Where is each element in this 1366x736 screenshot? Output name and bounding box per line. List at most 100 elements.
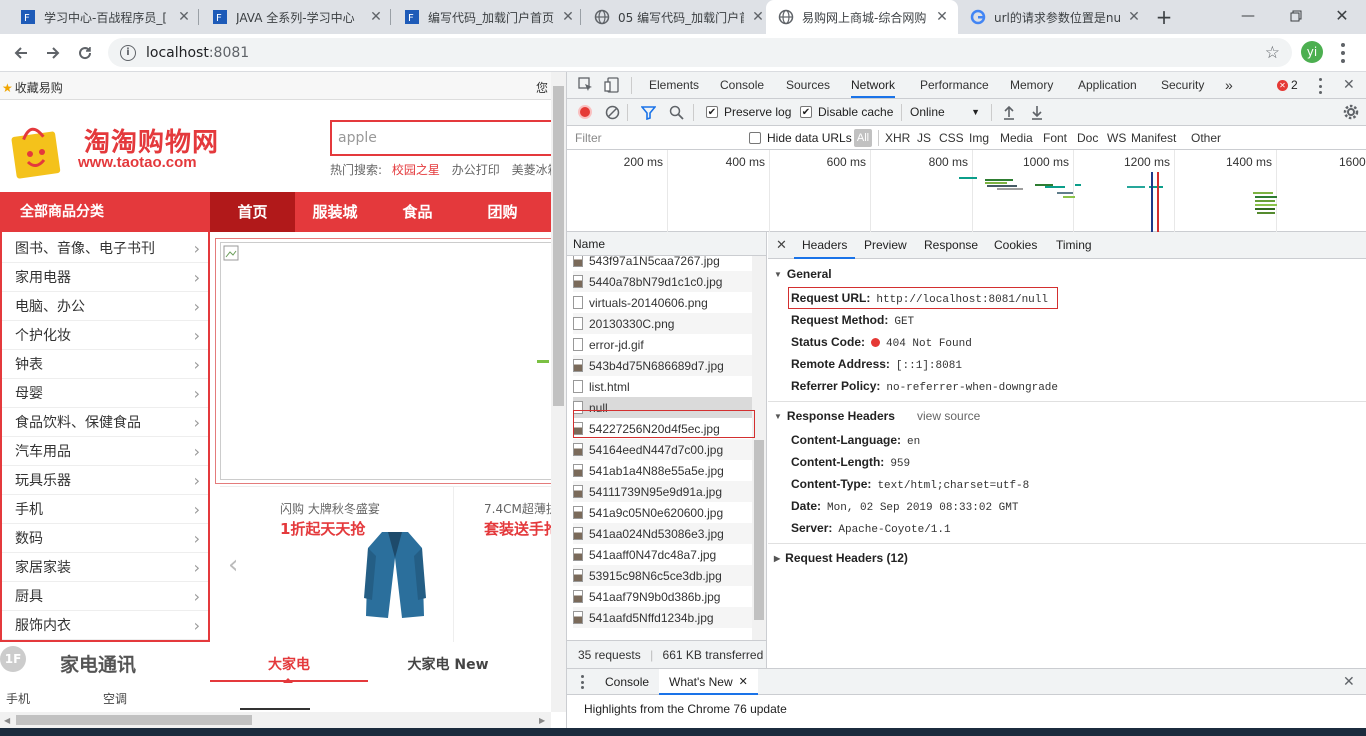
filter-manifest[interactable]: Manifest <box>1131 131 1176 145</box>
close-tab-icon[interactable]: ✕ <box>739 669 748 693</box>
filter-ws[interactable]: WS <box>1107 131 1126 145</box>
minimize-button[interactable]: — <box>1236 4 1260 28</box>
category-item[interactable]: 食品饮料、保健食品 › <box>2 408 208 437</box>
close-tab-icon[interactable]: ✕ <box>368 9 384 25</box>
view-source-link[interactable]: view source <box>917 409 980 423</box>
request-row[interactable]: 53915c98N6c5ce3db.jpg <box>573 565 763 586</box>
category-item[interactable]: 电脑、办公 › <box>2 292 208 321</box>
close-tab-icon[interactable]: ✕ <box>560 9 576 25</box>
nav-groupbuy[interactable]: 团购 <box>460 192 545 232</box>
favorite-link[interactable]: ★ 收藏易购 <box>2 79 63 96</box>
drawer-tab-whats-new[interactable]: What's New ✕ <box>659 669 758 695</box>
filter-js[interactable]: JS <box>917 131 931 145</box>
timeline-overview[interactable]: 200 ms 400 ms 600 ms 800 ms 1000 ms 1200 ms 14… <box>567 150 1366 232</box>
browser-tab-1[interactable]: F 学习中心-百战程序员_[ ✕ <box>8 0 200 34</box>
page-vertical-scrollbar[interactable] <box>551 72 566 712</box>
promo-2-title[interactable]: 套装送手抢 <box>484 518 559 539</box>
close-window-button[interactable]: ✕ <box>1330 4 1354 28</box>
category-item[interactable]: 个护化妆 › <box>2 321 208 350</box>
request-row[interactable]: 20130330C.png <box>573 313 763 334</box>
nav-home[interactable]: 首页 <box>210 192 295 232</box>
request-row[interactable]: 543b4d75N686689d7.jpg <box>573 355 763 376</box>
close-tab-icon[interactable]: ✕ <box>1126 9 1142 25</box>
request-row[interactable]: list.html <box>573 376 763 397</box>
tab-cookies[interactable]: Cookies <box>994 232 1037 259</box>
browser-tab-6[interactable]: url的请求参数位置是nu ✕ <box>958 0 1150 34</box>
drawer-tab-console[interactable]: Console <box>605 669 649 695</box>
request-row[interactable]: 541aaff0N47dc48a7.jpg <box>573 544 763 565</box>
restore-button[interactable] <box>1284 4 1308 28</box>
close-devtools-icon[interactable]: ✕ <box>1343 76 1355 93</box>
chrome-menu-icon[interactable] <box>1340 43 1346 63</box>
drawer-menu-icon[interactable] <box>581 675 585 689</box>
close-tab-icon[interactable]: ✕ <box>750 9 766 25</box>
category-item[interactable]: 钟表 › <box>2 350 208 379</box>
tab-sources[interactable]: Sources <box>786 72 830 98</box>
tab-elements[interactable]: Elements <box>649 72 699 98</box>
hide-data-urls-checkbox[interactable]: Hide data URLs <box>749 131 852 145</box>
profile-avatar[interactable]: yi <box>1301 41 1323 63</box>
tab-security[interactable]: Security <box>1161 72 1204 98</box>
request-row[interactable]: 541ab1a4N88e55a5e.jpg <box>573 460 763 481</box>
site-info-icon[interactable]: i <box>120 44 136 61</box>
tab-memory[interactable]: Memory <box>1010 72 1053 98</box>
close-tab-icon[interactable]: ✕ <box>934 9 950 25</box>
import-har-icon[interactable] <box>1002 104 1016 120</box>
back-button[interactable] <box>8 40 34 66</box>
request-row[interactable]: 541aafd5Nffd1234b.jpg <box>573 607 763 628</box>
filter-img[interactable]: Img <box>969 131 989 145</box>
reload-button[interactable] <box>72 40 98 66</box>
forward-button[interactable] <box>40 40 66 66</box>
category-item[interactable]: 数码 › <box>2 524 208 553</box>
tab-timing[interactable]: Timing <box>1056 232 1092 259</box>
page-horizontal-scrollbar[interactable]: ◀ ▶ <box>0 712 551 728</box>
floor-link[interactable]: 空调 <box>103 690 127 707</box>
request-list-scrollbar[interactable] <box>752 256 766 640</box>
browser-tab-3[interactable]: F 编写代码_加载门户首页 ✕ <box>392 0 584 34</box>
tab-performance[interactable]: Performance <box>920 72 989 98</box>
category-item[interactable]: 家居家装 › <box>2 553 208 582</box>
filter-xhr[interactable]: XHR <box>885 131 910 145</box>
tab-application[interactable]: Application <box>1078 72 1137 98</box>
request-row[interactable]: 541a9c05N0e620600.jpg <box>573 502 763 523</box>
slide-indicator[interactable] <box>537 360 549 363</box>
browser-tab-2[interactable]: F JAVA 全系列-学习中心 ✕ <box>200 0 392 34</box>
category-item[interactable]: 厨具 › <box>2 582 208 611</box>
category-item[interactable]: 家用电器 › <box>2 263 208 292</box>
filter-media[interactable]: Media <box>1000 131 1033 145</box>
tab-response[interactable]: Response <box>924 232 978 259</box>
search-input[interactable]: apple <box>330 120 551 156</box>
hot-search-link[interactable]: 办公打印 <box>452 163 500 177</box>
category-item[interactable]: 母婴 › <box>2 379 208 408</box>
category-item[interactable]: 玩具乐器 › <box>2 466 208 495</box>
category-item[interactable]: 汽车用品 › <box>2 437 208 466</box>
nav-clothing[interactable]: 服装城 <box>295 192 375 232</box>
request-headers-section-header[interactable]: ▶ Request Headers (12) <box>774 551 908 565</box>
browser-tab-5-active[interactable]: 易购网上商城-综合网购 ✕ <box>766 0 958 34</box>
promo-1-title[interactable]: 1折起天天抢 <box>280 518 365 539</box>
filter-css[interactable]: CSS <box>939 131 964 145</box>
request-row[interactable]: 543f97a1N5caa7267.jpg <box>573 256 763 271</box>
category-item[interactable]: 手机 › <box>2 495 208 524</box>
error-counter[interactable]: ✕ 2 <box>1277 78 1298 92</box>
name-column-header[interactable]: Name <box>567 232 767 256</box>
filter-other[interactable]: Other <box>1191 131 1221 145</box>
star-icon[interactable]: ☆ <box>1265 43 1280 63</box>
hot-search-link[interactable]: 校园之星 <box>392 163 440 177</box>
filter-all[interactable]: All <box>854 129 872 147</box>
jacket-product-image[interactable] <box>362 528 428 620</box>
request-row[interactable]: 541aaf79N9b0d386b.jpg <box>573 586 763 607</box>
devtools-menu-icon[interactable] <box>1317 78 1323 94</box>
filter-doc[interactable]: Doc <box>1077 131 1098 145</box>
response-headers-section-header[interactable]: ▼ Response Headers <box>774 409 895 423</box>
browser-tab-4[interactable]: 05 编写代码_加载门户首 ✕ <box>582 0 774 34</box>
disable-cache-checkbox[interactable]: ✔ Disable cache <box>800 105 893 119</box>
floor-link[interactable]: 手机 <box>6 690 30 707</box>
device-toolbar-icon[interactable] <box>604 77 620 93</box>
network-settings-gear-icon[interactable] <box>1343 104 1359 120</box>
general-section-header[interactable]: ▼ General <box>774 267 832 281</box>
tab-preview[interactable]: Preview <box>864 232 907 259</box>
inspect-element-icon[interactable] <box>578 77 594 93</box>
throttling-select[interactable]: Online ▼ <box>910 105 980 119</box>
tab-network[interactable]: Network <box>851 72 896 98</box>
